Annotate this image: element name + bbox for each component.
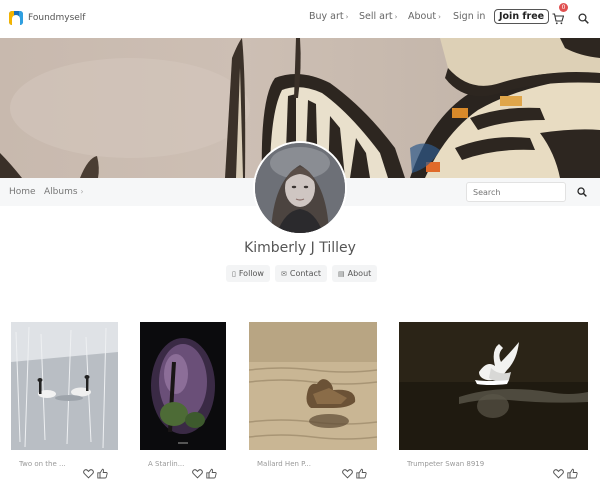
artwork-title[interactable]: A Starlin... — [148, 460, 184, 468]
heart-icon[interactable] — [192, 468, 203, 479]
cart-count-badge: 0 — [559, 3, 568, 12]
brand-name: Foundmyself — [28, 13, 86, 23]
envelope-icon: ✉ — [281, 270, 287, 278]
artwork-image — [11, 322, 118, 450]
logo-icon — [9, 11, 23, 25]
follow-button[interactable]: ▯ Follow — [226, 265, 270, 282]
breadcrumb-albums[interactable]: Albums › — [44, 187, 84, 197]
heart-icon[interactable] — [342, 468, 353, 479]
nav-about[interactable]: About › — [408, 11, 441, 22]
about-label: About — [347, 269, 372, 278]
nav-buy-art-label: Buy art — [309, 11, 344, 22]
nav-sell-art[interactable]: Sell art › — [359, 11, 397, 22]
sign-in-link[interactable]: Sign in — [453, 11, 485, 22]
contact-button[interactable]: ✉ Contact — [275, 265, 327, 282]
breadcrumb-home[interactable]: Home — [9, 187, 36, 197]
contact-label: Contact — [289, 269, 321, 278]
avatar-portrait-image — [255, 143, 345, 233]
chevron-right-icon: › — [80, 187, 84, 196]
artwork-image — [399, 322, 588, 450]
artwork-thumbnail[interactable] — [11, 322, 118, 450]
profile-search-input[interactable] — [466, 182, 566, 202]
artwork-title[interactable]: Mallard Hen P... — [257, 460, 311, 468]
message-icon: ▤ — [338, 270, 345, 278]
thumbs-up-icon[interactable] — [97, 468, 108, 479]
artwork-thumbnail[interactable] — [399, 322, 588, 450]
artwork-title[interactable]: Trumpeter Swan 8919 — [407, 460, 484, 468]
chevron-down-icon: › — [394, 13, 398, 21]
artwork-thumbnail[interactable] — [249, 322, 377, 450]
chevron-down-icon: › — [345, 13, 349, 21]
nav-about-label: About — [408, 11, 437, 22]
chevron-down-icon: › — [438, 13, 441, 21]
artwork-title[interactable]: Two on the ... — [19, 460, 66, 468]
artwork-image — [249, 322, 377, 450]
artwork-image — [140, 322, 226, 450]
profile-avatar[interactable] — [253, 141, 347, 235]
breadcrumb-albums-label: Albums — [44, 187, 78, 197]
heart-icon[interactable] — [83, 468, 94, 479]
heart-icon[interactable] — [553, 468, 564, 479]
thumbs-up-icon[interactable] — [356, 468, 367, 479]
follow-label: Follow — [238, 269, 264, 278]
brand-logo[interactable]: Foundmyself — [9, 11, 85, 25]
bookmark-icon: ▯ — [232, 270, 236, 278]
artwork-thumbnail[interactable] — [140, 322, 226, 450]
about-button[interactable]: ▤ About — [332, 265, 378, 282]
nav-buy-art[interactable]: Buy art › — [309, 11, 348, 22]
thumbs-up-icon[interactable] — [206, 468, 217, 479]
top-navigation: Foundmyself Buy art › Sell art › About › Si… — [0, 0, 600, 38]
cart-icon[interactable] — [552, 13, 564, 25]
search-icon[interactable] — [577, 187, 587, 197]
profile-name: Kimberly J Tilley — [244, 240, 356, 256]
search-icon[interactable] — [578, 13, 589, 24]
thumbs-up-icon[interactable] — [567, 468, 578, 479]
nav-sell-art-label: Sell art — [359, 11, 393, 22]
join-free-button[interactable]: Join free — [494, 9, 550, 24]
